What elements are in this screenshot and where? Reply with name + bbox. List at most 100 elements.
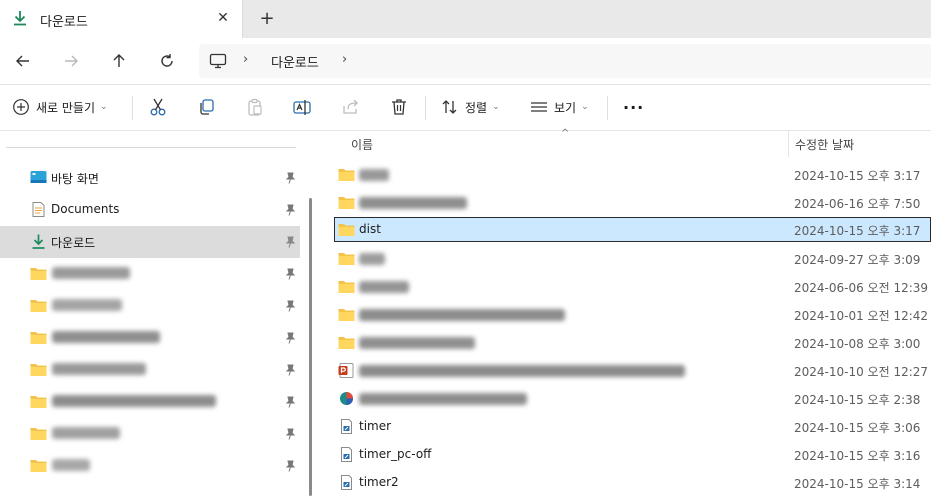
download-icon [32,234,45,249]
redacted-filename [359,337,475,349]
sidebar-item-downloads[interactable]: 다운로드 [0,226,300,258]
pin-icon [285,300,296,312]
sidebar-item-folder[interactable] [0,354,300,386]
sidebar-item-folder[interactable] [0,450,300,482]
column-date-header[interactable]: 수정한 날짜 [795,136,854,153]
file-row[interactable]: timer 2024-10-15 오후 3:06 [334,414,931,439]
sidebar-item-folder[interactable] [0,322,300,354]
sidebar-item-documents[interactable]: Documents [0,194,300,226]
sort-button-label: 정렬 [465,100,488,115]
pin-icon [285,172,296,184]
rename-button[interactable] [292,95,312,119]
sidebar-item-folder[interactable] [0,418,300,450]
new-tab-button[interactable]: + [256,8,278,30]
back-button[interactable] [10,48,36,74]
tab-strip: 다운로드 ✕ + [0,0,931,38]
share-button[interactable] [341,95,361,119]
file-row[interactable]: 2024-10-08 오후 3:00 [334,330,931,355]
file-name: timer [359,419,392,433]
sidebar-item-folder[interactable] [0,290,300,322]
folder-icon [338,197,355,209]
file-row[interactable]: 2024-06-06 오전 12:39 [334,274,931,299]
sidebar-item-folder[interactable] [0,258,300,290]
refresh-button[interactable] [154,48,180,74]
pin-icon [285,204,296,216]
file-row[interactable]: timer_pc-off 2024-10-15 오후 3:16 [334,442,931,467]
folder-icon [30,428,47,440]
chevron-down-icon: ⌄ [492,102,500,112]
plus-circle-icon [13,99,29,115]
column-header: 이름 ^ 수정한 날짜 [316,128,931,157]
redacted-label [52,363,146,375]
navigation-pane: 바탕 화면 Documents 다운로드 [0,131,301,496]
folder-icon [30,332,47,344]
breadcrumb-chevron-icon[interactable]: › [342,52,347,67]
redacted-label [52,299,122,311]
cut-button[interactable] [148,95,168,119]
folder-icon [338,281,355,293]
more-options-button[interactable]: ··· [623,95,644,119]
share-icon [343,99,358,114]
shortcut-file-icon [341,447,352,462]
new-button-label: 새로 만들기 [36,100,96,115]
file-date: 2024-10-15 오후 2:38 [794,393,921,407]
sort-button[interactable]: 정렬 ⌄ [441,95,500,119]
file-row[interactable]: 2024-10-15 오후 3:17 [334,162,931,187]
file-date: 2024-10-15 오후 3:14 [794,477,921,491]
file-row[interactable]: 2024-10-15 오후 2:38 [334,386,931,411]
delete-button[interactable] [389,95,409,119]
breadcrumb-chevron-icon[interactable]: › [243,52,248,67]
arrow-left-icon [16,55,29,67]
file-row-selected[interactable]: dist 2024-10-15 오후 3:17 [334,217,931,242]
pin-icon [285,364,296,376]
file-date: 2024-10-10 오전 12:27 [794,365,929,379]
sidebar-scrollbar[interactable] [309,198,312,496]
sidebar-item-desktop[interactable]: 바탕 화면 [0,162,300,194]
up-button[interactable] [106,48,132,74]
sidebar-item-folder[interactable] [0,386,300,418]
paste-button[interactable] [245,95,265,119]
forward-button[interactable] [58,48,84,74]
paste-icon [248,98,262,116]
copy-button[interactable] [197,95,217,119]
new-button[interactable]: 새로 만들기 ⌄ [12,95,108,119]
redacted-filename [359,169,389,181]
refresh-icon [161,54,173,67]
trash-icon [392,99,406,115]
copy-icon [200,99,214,115]
pin-icon [285,236,296,248]
pin-icon [285,460,296,472]
app-icon [340,392,353,405]
view-list-icon [531,102,547,112]
tab-downloads[interactable]: 다운로드 ✕ [0,0,243,38]
folder-icon [338,309,355,321]
pin-icon [285,396,296,408]
file-row[interactable]: 2024-10-10 오전 12:27 [334,358,931,383]
file-row[interactable]: timer2 2024-10-15 오후 3:14 [334,470,931,495]
breadcrumb-downloads[interactable]: 다운로드 [271,52,319,71]
column-resize-handle[interactable] [788,131,789,157]
folder-icon [30,268,47,280]
file-row[interactable]: 2024-10-01 오전 12:42 [334,302,931,327]
download-icon [14,11,26,26]
pin-icon [285,428,296,440]
view-button[interactable]: 보기 ⌄ [530,95,589,119]
divider [607,96,608,120]
powerpoint-icon [338,363,354,378]
file-row[interactable]: 2024-09-27 오후 3:09 [334,246,931,271]
folder-icon [338,337,355,349]
close-tab-icon[interactable]: ✕ [214,9,232,27]
redacted-filename [359,393,527,405]
file-date: 2024-10-15 오후 3:17 [794,169,921,183]
arrow-up-icon [113,54,125,67]
redacted-label [52,459,90,471]
column-name-header[interactable]: 이름 [351,136,373,153]
sidebar-item-label: 다운로드 [51,236,96,250]
address-bar[interactable]: › 다운로드 › [199,44,931,78]
file-name: dist [359,222,381,236]
navigation-bar: › 다운로드 › [0,38,931,84]
file-date: 2024-06-16 오후 7:50 [794,197,921,211]
desktop-icon [30,171,47,183]
redacted-label [52,267,130,279]
file-row[interactable]: 2024-06-16 오후 7:50 [334,190,931,215]
